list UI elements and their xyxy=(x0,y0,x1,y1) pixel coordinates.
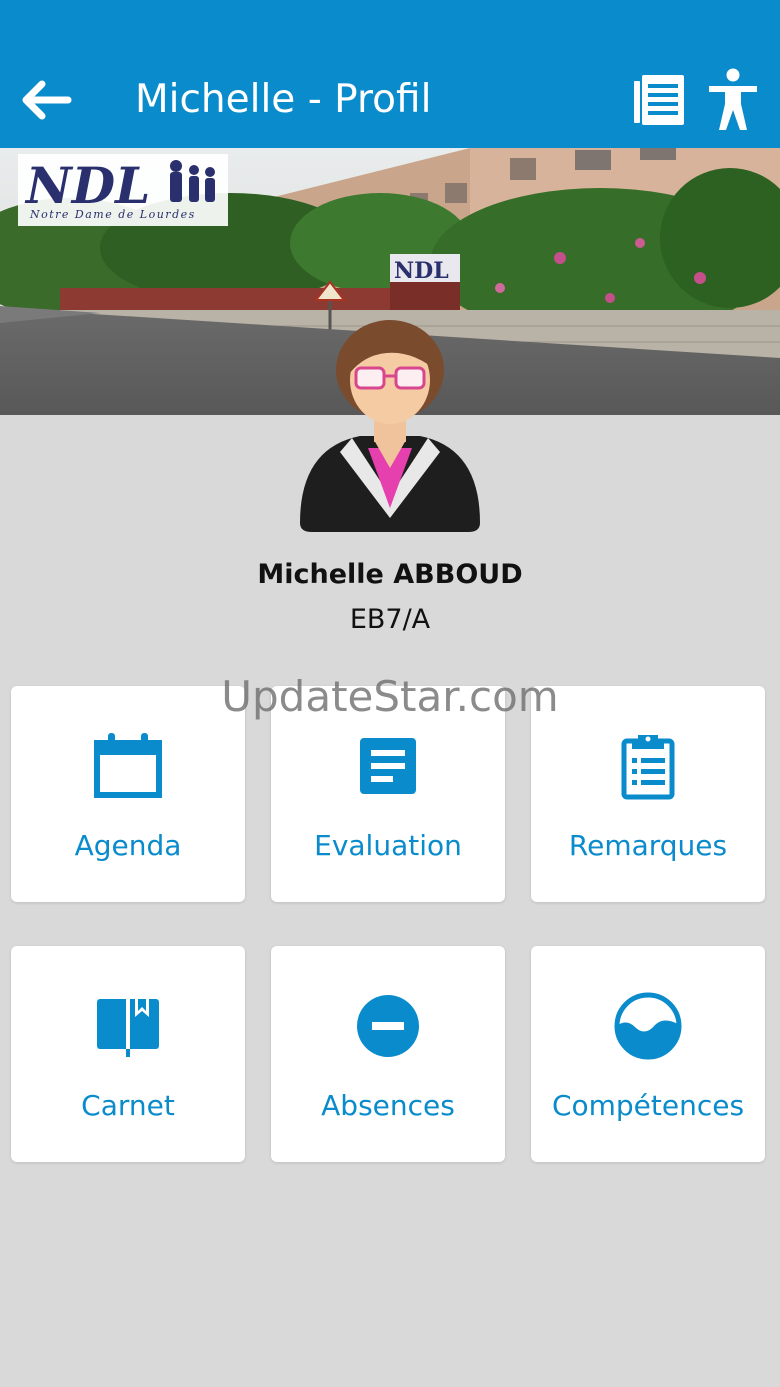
tile-label-carnet: Carnet xyxy=(81,1089,175,1122)
arrow-left-icon xyxy=(22,80,72,120)
teacher-avatar-icon xyxy=(300,320,480,532)
tile-label-remarques: Remarques xyxy=(568,829,728,862)
tile-carnet[interactable]: Carnet xyxy=(11,946,245,1162)
avatar xyxy=(290,318,490,538)
tile-label-competences: Compétences xyxy=(551,1089,745,1122)
tile-remarques[interactable]: Remarques xyxy=(531,686,765,902)
document-icon xyxy=(360,738,416,794)
tile-agenda[interactable]: Agenda xyxy=(11,686,245,902)
tile-label-agenda: Agenda xyxy=(74,829,182,862)
news-button[interactable] xyxy=(626,68,692,132)
accessibility-button[interactable] xyxy=(700,64,766,136)
back-button[interactable] xyxy=(14,72,78,128)
page-title: Michelle - Profil xyxy=(135,77,432,122)
tile-icon-container xyxy=(531,986,765,1066)
wave-circle-icon xyxy=(614,992,682,1060)
tile-icon-container xyxy=(531,726,765,806)
calendar-icon xyxy=(94,733,162,798)
tile-label-absences: Absences xyxy=(321,1089,455,1122)
tile-icon-container xyxy=(271,986,505,1066)
tile-icon-container xyxy=(11,986,245,1066)
accessibility-icon xyxy=(709,68,757,130)
app-bar: Michelle - Profil xyxy=(0,0,780,148)
book-icon xyxy=(97,999,159,1057)
logo-text: NDL xyxy=(24,156,150,215)
tile-evaluation[interactable]: Evaluation xyxy=(271,686,505,902)
student-class: EB7/A xyxy=(349,604,431,635)
clipboard-icon xyxy=(621,735,675,800)
tile-competences[interactable]: Compétences xyxy=(531,946,765,1162)
minus-circle-icon xyxy=(357,995,419,1057)
gate-sign-text: NDL xyxy=(394,258,449,284)
tile-absences[interactable]: Absences xyxy=(271,946,505,1162)
tile-label-evaluation: Evaluation xyxy=(314,829,462,862)
tile-icon-container xyxy=(11,726,245,806)
newspaper-icon xyxy=(634,75,684,125)
logo-subtitle: Notre Dame de Lourdes xyxy=(29,208,196,221)
tile-icon-container xyxy=(271,726,505,806)
student-name: Michelle ABBOUD xyxy=(257,559,523,590)
